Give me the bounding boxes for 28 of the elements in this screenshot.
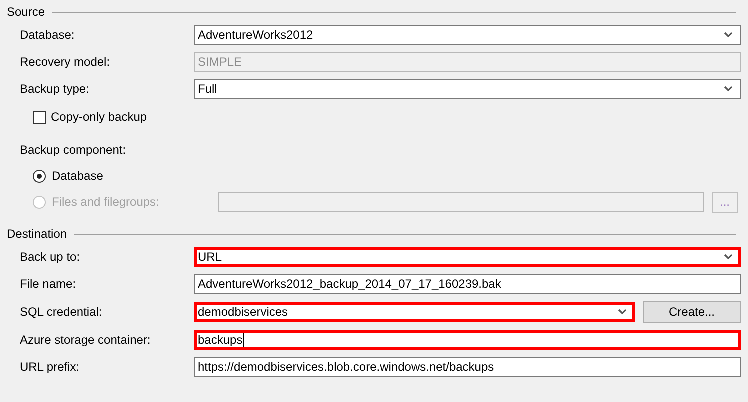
group-label: Backup component: [19,142,126,159]
radio-label: Files and filegroups: [52,194,160,211]
field-label: Database: [19,27,76,44]
dropdown[interactable]: demodbiservices [194,302,635,322]
section-title: Source [6,4,46,21]
radio-button[interactable] [33,170,46,182]
field-label: Recovery model: [19,54,112,71]
field-label: Azure storage container: [19,332,152,349]
text-field[interactable]: backups [194,330,741,350]
dropdown[interactable]: URL [194,247,741,267]
text-field[interactable]: AdventureWorks2012_backup_2014_07_17_160239.bak [194,274,741,294]
chevron-down-icon [724,254,733,260]
checkbox[interactable] [33,110,46,124]
dropdown[interactable]: AdventureWorks2012 [194,25,741,45]
field-label: File name: [19,276,78,293]
radio-label: Database [52,168,104,185]
field-label: Back up to: [19,249,82,266]
section-title: Destination [6,226,68,243]
field-label: SQL credential: [19,304,104,321]
dropdown[interactable]: Full [194,79,741,99]
field-label: Backup type: [19,81,90,98]
create-button[interactable]: Create... [643,301,741,323]
field-label: URL prefix: [19,359,81,376]
chevron-down-icon [618,309,627,315]
chevron-down-icon [724,32,733,38]
checkbox-label: Copy-only backup [51,109,148,126]
text-field[interactable]: https://demodbiservices.blob.core.windows.net/backups [194,357,741,377]
chevron-down-icon [724,86,733,92]
